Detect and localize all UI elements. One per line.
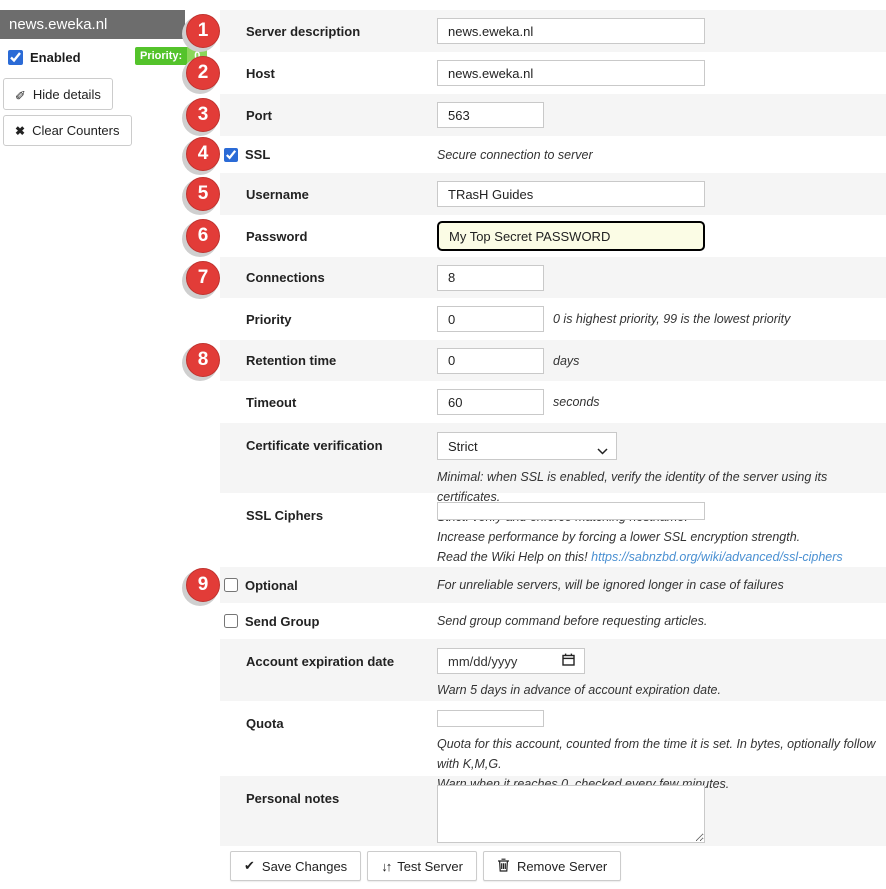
enabled-label: Enabled bbox=[30, 50, 81, 65]
row-timeout: Timeout seconds bbox=[220, 381, 886, 423]
test-server-button[interactable]: ↓↑ Test Server bbox=[367, 851, 477, 881]
ssl-ciphers-note-1: Increase performance by forcing a lower … bbox=[437, 527, 843, 547]
account-expiration-label: Account expiration date bbox=[246, 648, 437, 701]
quota-label: Quota bbox=[246, 710, 437, 776]
ssl-ciphers-wiki-link[interactable]: https://sabnzbd.org/wiki/advanced/ssl-ci… bbox=[591, 550, 843, 564]
personal-notes-label: Personal notes bbox=[246, 785, 437, 846]
row-optional: Optional For unreliable servers, will be… bbox=[220, 567, 886, 603]
quota-note-1: Quota for this account, counted from the… bbox=[437, 734, 886, 774]
callout-badge-3: 3 bbox=[186, 98, 220, 132]
callout-badge-5: 5 bbox=[186, 177, 220, 211]
connections-label: Connections bbox=[246, 270, 437, 285]
callout-badge-7: 7 bbox=[186, 261, 220, 295]
send-group-checkbox[interactable] bbox=[224, 614, 238, 628]
callout-badge-4: 4 bbox=[186, 137, 220, 171]
ssl-ciphers-note-2: Read the Wiki Help on this! https://sabn… bbox=[437, 547, 843, 567]
save-changes-label: Save Changes bbox=[262, 859, 347, 874]
personal-notes-textarea[interactable] bbox=[437, 785, 705, 843]
priority-input[interactable] bbox=[437, 306, 544, 332]
clear-counters-label: Clear Counters bbox=[32, 123, 119, 138]
priority-label: Priority bbox=[246, 312, 437, 327]
timeout-input[interactable] bbox=[437, 389, 544, 415]
ssl-note: Secure connection to server bbox=[437, 148, 593, 162]
username-label: Username bbox=[246, 187, 437, 202]
row-account-expiration: Account expiration date mm/dd/yyyy Warn … bbox=[220, 639, 886, 701]
row-port: Port bbox=[220, 94, 886, 136]
ssl-ciphers-input[interactable] bbox=[437, 502, 705, 520]
enabled-checkbox-row[interactable]: Enabled bbox=[8, 50, 81, 65]
hide-details-label: Hide details bbox=[33, 87, 101, 102]
pencil-icon: ✎ bbox=[15, 86, 26, 102]
row-connections: Connections bbox=[220, 257, 886, 298]
callout-badge-2: 2 bbox=[186, 56, 220, 90]
row-certificate-verification: Certificate verification Strict Minimal:… bbox=[220, 423, 886, 493]
row-send-group: Send Group Send group command before req… bbox=[220, 603, 886, 639]
host-input[interactable] bbox=[437, 60, 705, 86]
row-password: Password bbox=[220, 215, 886, 257]
row-retention: Retention time days bbox=[220, 340, 886, 381]
host-label: Host bbox=[246, 66, 437, 81]
server-description-input[interactable] bbox=[437, 18, 705, 44]
check-icon: ✔ bbox=[244, 858, 255, 874]
ssl-checkbox[interactable] bbox=[224, 148, 238, 162]
port-label: Port bbox=[246, 108, 437, 123]
server-config-page: news.eweka.nl Enabled Priority: 0 ✎ Hide… bbox=[0, 0, 886, 889]
row-username: Username bbox=[220, 173, 886, 215]
save-changes-button[interactable]: ✔ Save Changes bbox=[230, 851, 361, 881]
callout-badge-9: 9 bbox=[186, 568, 220, 602]
ssl-label: SSL bbox=[245, 147, 437, 162]
account-expiration-date-input[interactable]: mm/dd/yyyy bbox=[437, 648, 585, 674]
password-input[interactable] bbox=[437, 221, 705, 251]
server-description-label: Server description bbox=[246, 24, 437, 39]
connections-input[interactable] bbox=[437, 265, 544, 291]
retention-unit: days bbox=[553, 354, 579, 368]
calendar-icon bbox=[562, 653, 575, 669]
optional-note: For unreliable servers, will be ignored … bbox=[437, 578, 784, 592]
server-settings-form: Server description Host Port SSL Secure … bbox=[220, 10, 886, 846]
certificate-verification-label: Certificate verification bbox=[246, 432, 437, 493]
password-label: Password bbox=[246, 229, 437, 244]
timeout-unit: seconds bbox=[553, 395, 600, 409]
date-placeholder: mm/dd/yyyy bbox=[448, 654, 517, 669]
retention-input[interactable] bbox=[437, 348, 544, 374]
username-input[interactable] bbox=[437, 181, 705, 207]
certificate-verification-select[interactable]: Strict bbox=[437, 432, 617, 460]
account-expiration-note: Warn 5 days in advance of account expira… bbox=[437, 680, 721, 700]
optional-label: Optional bbox=[245, 578, 437, 593]
certificate-note-1: Minimal: when SSL is enabled, verify the… bbox=[437, 467, 886, 507]
row-priority: Priority 0 is highest priority, 99 is th… bbox=[220, 298, 886, 340]
hide-details-button[interactable]: ✎ Hide details bbox=[3, 78, 113, 110]
footer-actions: ✔ Save Changes ↓↑ Test Server Remove Ser… bbox=[230, 851, 621, 881]
send-group-label: Send Group bbox=[245, 614, 437, 629]
trash-icon bbox=[497, 858, 510, 875]
priority-note: 0 is highest priority, 99 is the lowest … bbox=[553, 312, 790, 326]
server-name-header: news.eweka.nl bbox=[0, 10, 185, 39]
priority-badge-label: Priority: bbox=[135, 47, 187, 65]
optional-checkbox[interactable] bbox=[224, 578, 238, 592]
up-down-arrows-icon: ↓↑ bbox=[381, 859, 390, 874]
remove-server-label: Remove Server bbox=[517, 859, 607, 874]
ssl-ciphers-label: SSL Ciphers bbox=[246, 502, 437, 567]
port-input[interactable] bbox=[437, 102, 544, 128]
enabled-checkbox[interactable] bbox=[8, 50, 23, 65]
timeout-label: Timeout bbox=[246, 395, 437, 410]
row-server-description: Server description bbox=[220, 10, 886, 52]
retention-label: Retention time bbox=[246, 353, 437, 368]
row-ssl: SSL Secure connection to server bbox=[220, 136, 886, 173]
quota-input[interactable] bbox=[437, 710, 544, 727]
callout-badge-6: 6 bbox=[186, 219, 220, 253]
test-server-label: Test Server bbox=[397, 859, 463, 874]
callout-badge-8: 8 bbox=[186, 343, 220, 377]
row-quota: Quota Quota for this account, counted fr… bbox=[220, 701, 886, 776]
remove-server-button[interactable]: Remove Server bbox=[483, 851, 621, 881]
row-host: Host bbox=[220, 52, 886, 94]
clear-counters-button[interactable]: ✖ Clear Counters bbox=[3, 115, 132, 146]
callout-badge-1: 1 bbox=[186, 14, 220, 48]
x-icon: ✖ bbox=[15, 124, 25, 138]
ssl-ciphers-note-2-text: Read the Wiki Help on this! bbox=[437, 550, 588, 564]
send-group-note: Send group command before requesting art… bbox=[437, 614, 707, 628]
row-ssl-ciphers: SSL Ciphers Increase performance by forc… bbox=[220, 493, 886, 567]
